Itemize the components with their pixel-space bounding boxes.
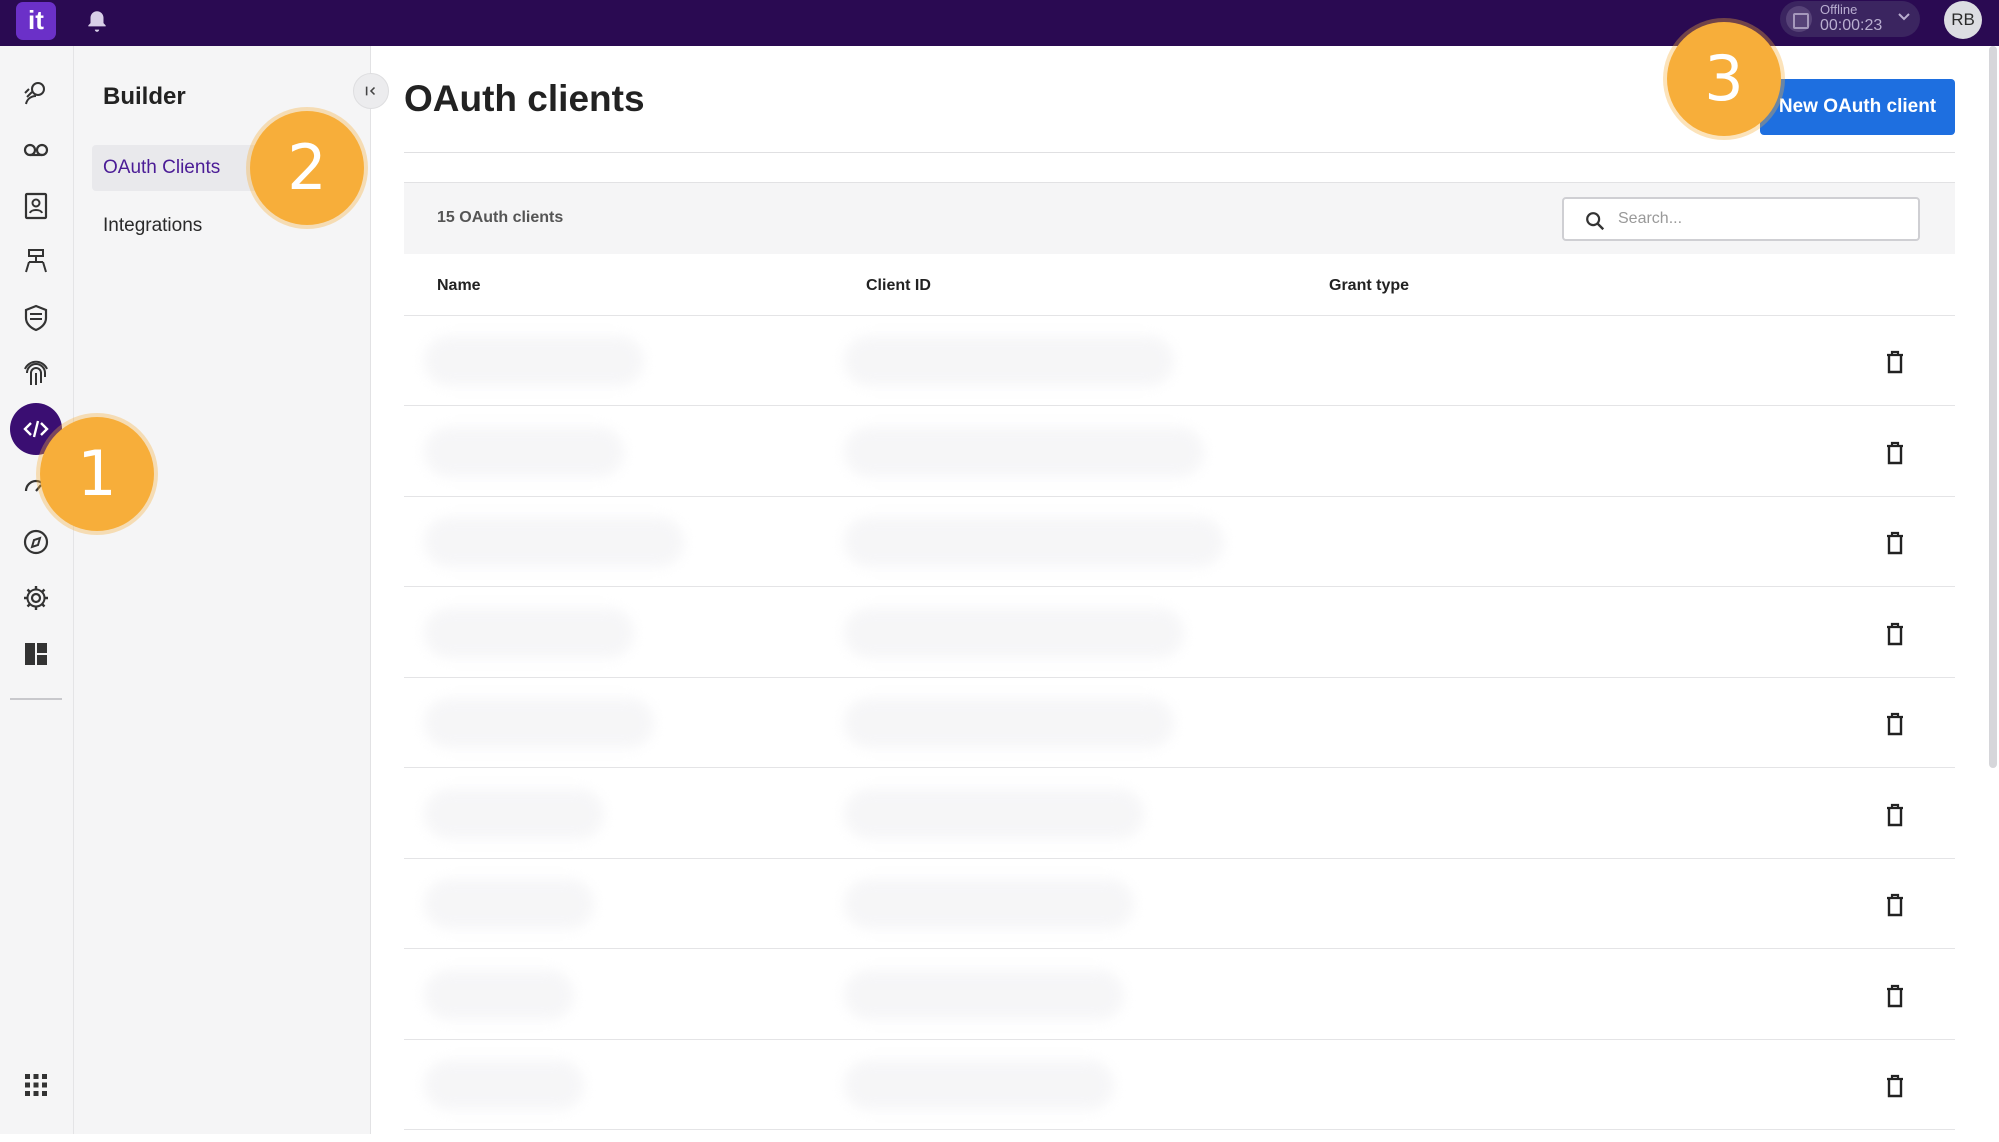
apps-grid-icon[interactable]	[13, 1062, 59, 1108]
client-id-cell	[844, 517, 1224, 567]
step-callout-2: 2	[250, 111, 364, 225]
column-header-grant-type[interactable]: Grant type	[1329, 277, 1409, 295]
client-name-cell	[424, 788, 604, 839]
client-name-cell	[424, 969, 574, 1020]
client-id-cell	[844, 607, 1184, 658]
table-row[interactable]	[404, 407, 1955, 497]
client-id-cell	[844, 426, 1204, 477]
table-toolbar: 15 OAuth clients	[404, 182, 1955, 254]
delete-icon[interactable]	[1884, 984, 1906, 1008]
client-name-cell	[424, 336, 644, 386]
client-id-cell	[844, 969, 1124, 1020]
compass-icon[interactable]	[13, 519, 59, 565]
column-header-client-id[interactable]: Client ID	[866, 277, 931, 295]
client-id-cell	[844, 1060, 1114, 1110]
delete-icon[interactable]	[1884, 441, 1906, 465]
delete-icon[interactable]	[1884, 1074, 1906, 1098]
table-row[interactable]	[404, 588, 1955, 678]
delete-icon[interactable]	[1884, 350, 1906, 374]
client-count: 15 OAuth clients	[437, 209, 564, 226]
new-oauth-client-button[interactable]: New OAuth client	[1760, 79, 1955, 135]
table-header: Name Client ID Grant type	[404, 254, 1955, 316]
table-row[interactable]	[404, 950, 1955, 1040]
table-row[interactable]	[404, 859, 1955, 949]
search-box[interactable]	[1562, 197, 1920, 241]
client-name-cell	[424, 426, 624, 477]
user-avatar[interactable]: RB	[1944, 1, 1982, 39]
header-divider	[404, 152, 1955, 153]
delete-icon[interactable]	[1884, 712, 1906, 736]
step-callout-3: 3	[1667, 22, 1781, 136]
client-name-cell	[424, 517, 684, 567]
oauth-clients-table: 15 OAuth clients Name Client ID Grant ty…	[404, 182, 1955, 1142]
client-name-cell	[424, 1060, 584, 1110]
sidebar-title: Builder	[103, 83, 186, 110]
client-id-cell	[844, 879, 1134, 929]
agent-status-toggle[interactable]: Offline 00:00:23	[1780, 1, 1920, 37]
column-header-name[interactable]: Name	[437, 277, 481, 295]
table-row[interactable]	[404, 769, 1955, 859]
status-stop-icon	[1786, 6, 1812, 32]
chevron-down-icon[interactable]	[1894, 7, 1914, 27]
app-logo[interactable]: it	[16, 2, 56, 40]
search-icon	[1586, 212, 1605, 231]
step-callout-1: 1	[40, 417, 154, 531]
agent-icon[interactable]	[13, 71, 59, 117]
delete-icon[interactable]	[1884, 622, 1906, 646]
client-name-cell	[424, 698, 654, 748]
table-row[interactable]	[404, 316, 1955, 406]
settings-icon[interactable]	[13, 575, 59, 621]
shield-icon[interactable]	[13, 295, 59, 341]
search-input[interactable]	[1618, 207, 1908, 231]
client-id-cell	[844, 698, 1174, 748]
client-name-cell	[424, 879, 594, 929]
status-timer: 00:00:23	[1820, 17, 1883, 34]
table-row[interactable]	[404, 1040, 1955, 1130]
layout-icon[interactable]	[13, 631, 59, 677]
client-name-cell	[424, 607, 634, 658]
client-id-cell	[844, 788, 1144, 839]
fingerprint-icon[interactable]	[13, 351, 59, 397]
client-id-cell	[844, 336, 1174, 386]
bell-icon[interactable]	[84, 6, 110, 36]
flows-icon[interactable]	[13, 239, 59, 285]
delete-icon[interactable]	[1884, 531, 1906, 555]
voicemail-icon[interactable]	[13, 127, 59, 173]
rail-divider	[10, 698, 62, 700]
page-title: OAuth clients	[404, 78, 645, 119]
icon-rail	[0, 46, 74, 1134]
table-row[interactable]	[404, 678, 1955, 768]
page-scrollbar[interactable]	[1989, 46, 1997, 768]
status-label: Offline	[1820, 2, 1858, 17]
table-row[interactable]	[404, 497, 1955, 587]
main-content: OAuth clients New OAuth client 15 OAuth …	[372, 46, 1999, 1134]
delete-icon[interactable]	[1884, 803, 1906, 827]
delete-icon[interactable]	[1884, 893, 1906, 917]
contacts-icon[interactable]	[13, 183, 59, 229]
